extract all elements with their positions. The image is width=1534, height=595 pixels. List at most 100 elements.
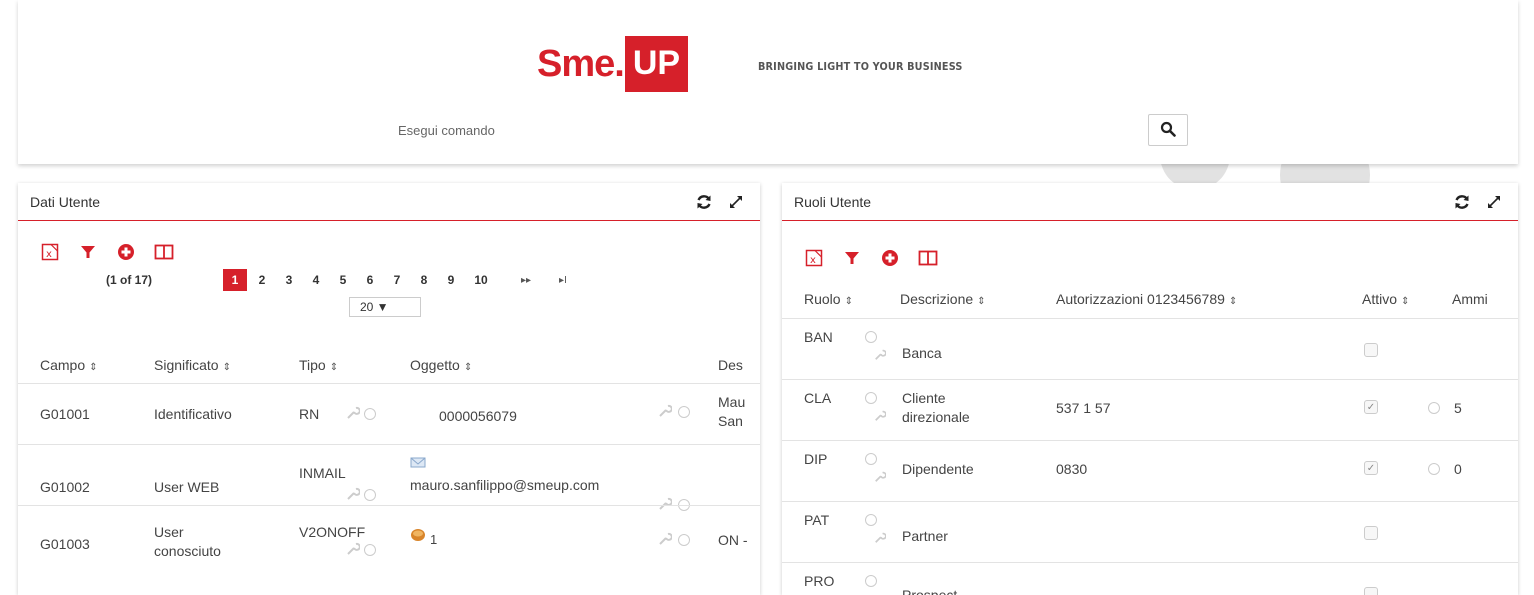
page-link[interactable]: 5: [331, 269, 355, 291]
table-row[interactable]: G01003 User conosciuto V2ONOFF 1 ON -: [18, 505, 760, 565]
column-header-ruolo[interactable]: Ruolo ⇕: [804, 291, 853, 307]
wrench-icon[interactable]: [658, 532, 673, 549]
table-toolbar: x: [782, 247, 1518, 269]
radio-icon[interactable]: [678, 533, 690, 549]
checkbox-attivo[interactable]: ✓: [1364, 400, 1378, 414]
next-page-button[interactable]: ▸▸: [521, 275, 531, 286]
column-header-des[interactable]: Des: [718, 357, 743, 373]
cell-ammi: 0: [1454, 461, 1462, 477]
page-info: (1 of 17): [106, 273, 153, 287]
checkbox-attivo[interactable]: [1364, 526, 1378, 540]
table-toolbar: x: [18, 241, 760, 263]
cell-ruolo: PAT: [804, 512, 830, 528]
filter-icon[interactable]: [78, 242, 98, 262]
sort-icon: ⇕: [1228, 296, 1238, 307]
panel-dati-utente: Dati Utente x (1 of 17) 1 2 3 4 5 6 7 8 …: [18, 183, 760, 595]
page-link[interactable]: 7: [385, 269, 409, 291]
radio-icon[interactable]: [1428, 462, 1440, 478]
column-header-ammi[interactable]: Ammi: [1452, 291, 1488, 307]
radio-icon[interactable]: [865, 452, 877, 468]
logo-text-up: UP: [624, 36, 689, 92]
table-row[interactable]: G01002 User WEB INMAIL mauro.sanfilippo@…: [18, 444, 760, 511]
table-row[interactable]: CLA Cliente direzionale 537 1 57 ✓ 5: [782, 379, 1518, 439]
radio-icon[interactable]: [364, 543, 376, 559]
radio-icon[interactable]: [364, 407, 376, 423]
panel-ruoli-utente: Ruoli Utente x Ruolo ⇕ Descrizione ⇕ Autor…: [782, 183, 1518, 595]
columns-icon[interactable]: [918, 248, 938, 268]
expand-icon[interactable]: [726, 192, 746, 212]
column-header-campo[interactable]: Campo ⇕: [40, 357, 98, 373]
last-page-button[interactable]: ▸I: [559, 275, 567, 286]
tagline: BRINGING LIGHT TO YOUR BUSINESS: [758, 60, 963, 73]
page-link[interactable]: 8: [412, 269, 436, 291]
page-link[interactable]: 1: [223, 269, 247, 291]
table-row[interactable]: BAN Banca: [782, 318, 1518, 378]
radio-icon[interactable]: [865, 330, 877, 346]
radio-icon[interactable]: [1428, 401, 1440, 417]
page-link[interactable]: 4: [304, 269, 328, 291]
table-row[interactable]: G01001 Identificativo RN 0000056079 Mau …: [18, 383, 760, 443]
column-header-oggetto[interactable]: Oggetto ⇕: [410, 357, 472, 373]
wrench-icon[interactable]: [346, 542, 361, 559]
logo-dot: .: [614, 42, 625, 85]
expand-icon[interactable]: [1484, 192, 1504, 212]
cell-autorizzazioni: 537 1 57: [1056, 400, 1111, 416]
excel-export-icon[interactable]: x: [804, 248, 824, 268]
table-row[interactable]: PRO Prospect: [782, 562, 1518, 595]
page-link[interactable]: 3: [277, 269, 301, 291]
filter-icon[interactable]: [842, 248, 862, 268]
columns-icon[interactable]: [154, 242, 174, 262]
svg-text:x: x: [810, 255, 816, 266]
rows-per-page-select[interactable]: 20 ▼: [349, 297, 421, 317]
page-link[interactable]: 2: [250, 269, 274, 291]
table-row[interactable]: PAT Partner: [782, 501, 1518, 561]
wrench-icon[interactable]: [346, 487, 361, 504]
column-header-autorizzazioni[interactable]: Autorizzazioni 0123456789 ⇕: [1056, 291, 1237, 307]
radio-icon[interactable]: [865, 513, 877, 529]
cell-campo: G01002: [40, 479, 90, 495]
wrench-icon[interactable]: [346, 406, 361, 423]
search-button[interactable]: [1148, 114, 1188, 146]
wrench-icon[interactable]: [874, 470, 887, 486]
wrench-icon[interactable]: [658, 404, 673, 421]
sort-icon: ⇕: [844, 296, 853, 307]
refresh-icon[interactable]: [694, 192, 714, 212]
page-link[interactable]: 6: [358, 269, 382, 291]
refresh-icon[interactable]: [1452, 192, 1472, 212]
sort-icon: ⇕: [1401, 296, 1410, 307]
command-input[interactable]: Esegui comando: [398, 123, 495, 138]
toggle-icon[interactable]: [410, 528, 426, 545]
radio-icon[interactable]: [678, 405, 690, 421]
cell-oggetto[interactable]: mauro.sanfilippo@smeup.com: [410, 477, 599, 493]
wrench-icon[interactable]: [874, 348, 887, 364]
cell-oggetto: 1: [430, 532, 438, 547]
table-row[interactable]: DIP Dipendente 0830 ✓ 0: [782, 440, 1518, 500]
column-header-attivo[interactable]: Attivo ⇕: [1362, 291, 1409, 307]
cell-des-line2: San: [718, 413, 743, 429]
panel-header: Ruoli Utente: [782, 183, 1518, 221]
sort-icon: ⇕: [463, 362, 473, 373]
page-link[interactable]: 9: [439, 269, 463, 291]
cell-oggetto: 0000056079: [439, 408, 517, 424]
checkbox-attivo[interactable]: [1364, 343, 1378, 357]
column-header-significato[interactable]: Significato ⇕: [154, 357, 231, 373]
page-link[interactable]: 10: [466, 269, 496, 291]
wrench-icon[interactable]: [874, 531, 887, 547]
cell-ruolo: CLA: [804, 390, 832, 406]
cell-des: Mau: [718, 394, 746, 410]
column-header-descrizione[interactable]: Descrizione ⇕: [900, 291, 986, 307]
wrench-icon[interactable]: [874, 409, 887, 425]
excel-export-icon[interactable]: x: [40, 242, 60, 262]
smeup-logo[interactable]: Sme . UP: [537, 36, 689, 92]
checkbox-attivo[interactable]: ✓: [1364, 461, 1378, 475]
radio-icon[interactable]: [865, 574, 877, 590]
add-icon[interactable]: [880, 248, 900, 268]
checkbox-attivo[interactable]: [1364, 587, 1378, 595]
column-header-tipo[interactable]: Tipo ⇕: [299, 357, 338, 373]
radio-icon[interactable]: [364, 488, 376, 504]
radio-icon[interactable]: [865, 391, 877, 407]
add-icon[interactable]: [116, 242, 136, 262]
cell-tipo: V2ONOFF: [299, 524, 366, 540]
email-icon[interactable]: [410, 455, 428, 471]
panel-title: Ruoli Utente: [794, 193, 872, 210]
